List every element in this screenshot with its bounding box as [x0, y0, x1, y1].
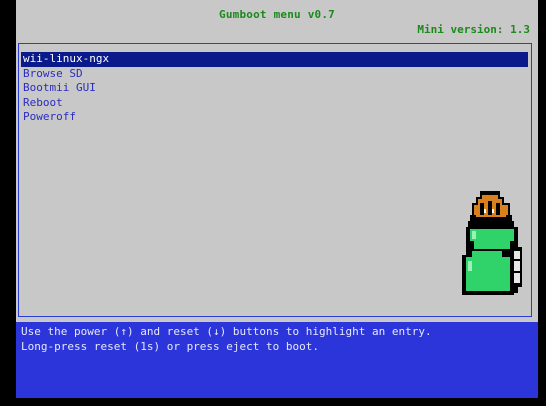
menu-title: Gumboot menu v0.7 — [219, 8, 335, 21]
help-footer: Use the power (↑) and reset (↓) buttons … — [16, 322, 538, 398]
menu-item-bootmii-gui[interactable]: Bootmii GUI — [21, 81, 528, 96]
boot-menu-panel: wii-linux-ngx Browse SD Bootmii GUI Rebo… — [18, 43, 532, 317]
mini-version-label: Mini version: 1.3 — [417, 23, 530, 36]
menu-item-wii-linux-ngx[interactable]: wii-linux-ngx — [21, 52, 528, 67]
boot-menu-list: wii-linux-ngx Browse SD Bootmii GUI Rebo… — [21, 52, 531, 125]
help-text-line-1: Use the power (↑) and reset (↓) buttons … — [21, 325, 432, 338]
menu-item-reboot[interactable]: Reboot — [21, 96, 528, 111]
menu-item-browse-sd[interactable]: Browse SD — [21, 67, 528, 82]
menu-item-poweroff[interactable]: Poweroff — [21, 110, 528, 125]
gumboot-screen: Gumboot menu v0.7 Mini version: 1.3 wii-… — [16, 0, 538, 398]
help-text-line-2: Long-press reset (1s) or press eject to … — [21, 340, 320, 353]
gumboot-mascot-icon — [462, 191, 522, 295]
